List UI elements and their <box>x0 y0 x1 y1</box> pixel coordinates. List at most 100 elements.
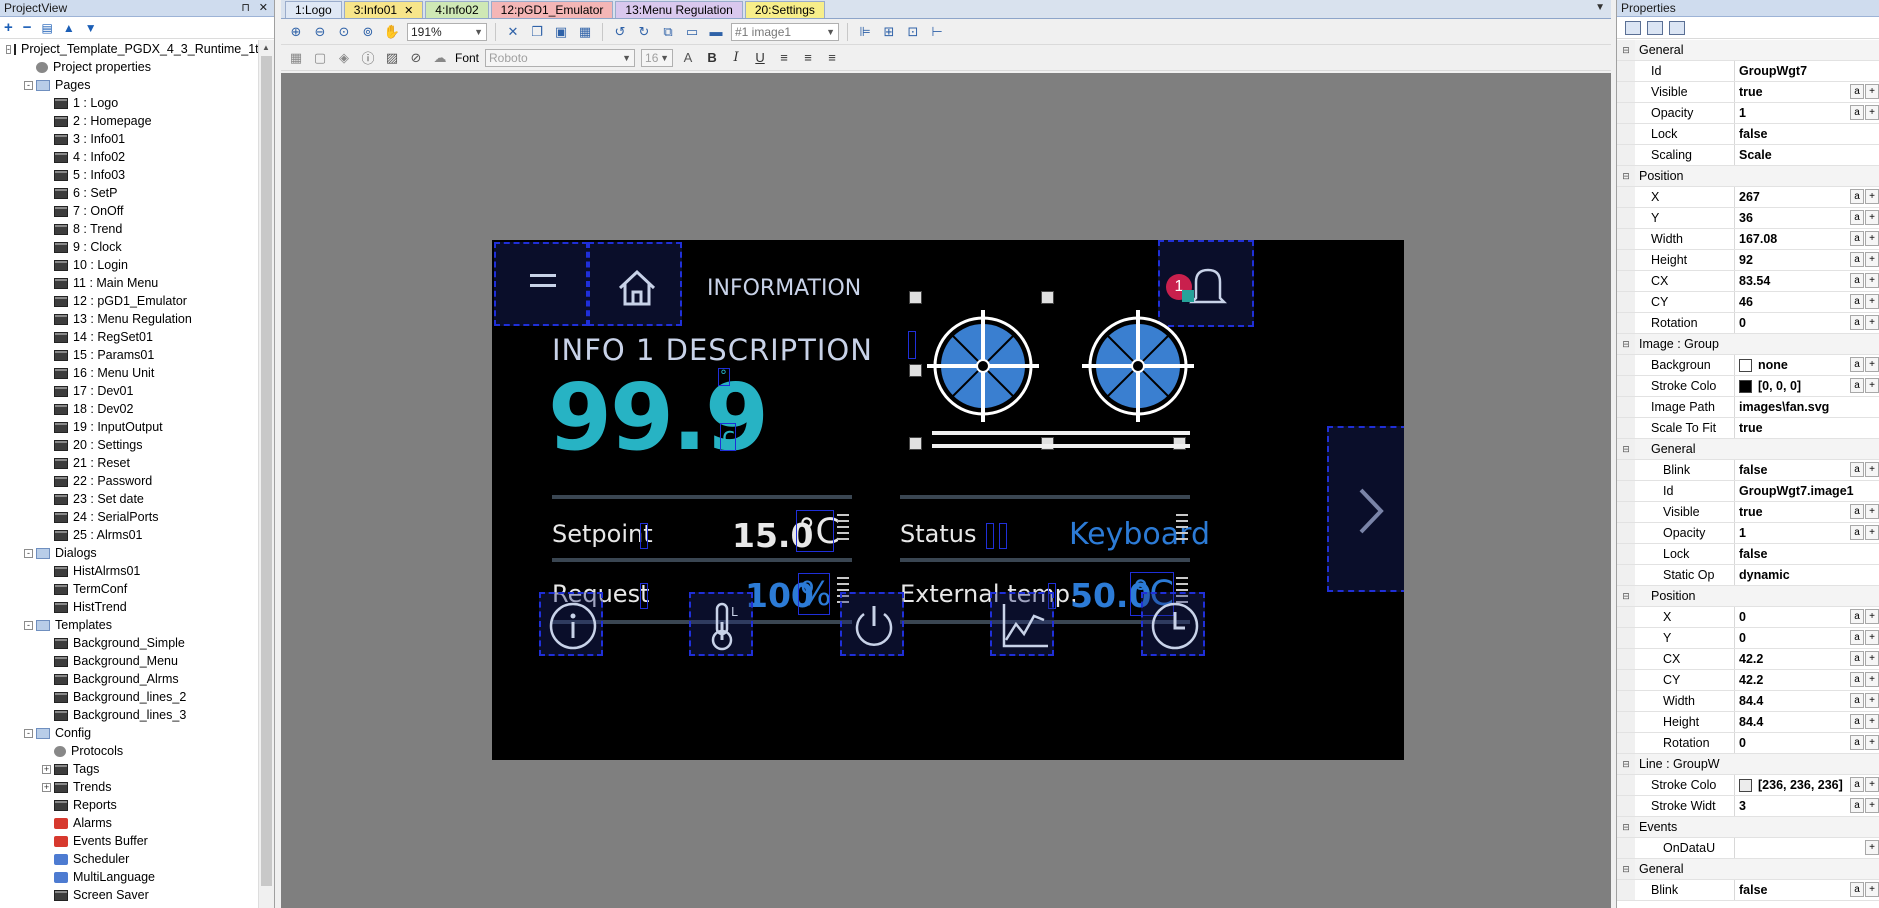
animation-button[interactable]: a <box>1850 777 1864 792</box>
tree-item[interactable]: TermConf <box>0 580 258 598</box>
expand-icon[interactable]: + <box>42 782 51 792</box>
property-row[interactable]: Scale To Fit true <box>1617 418 1879 439</box>
property-value[interactable]: 46 a + <box>1735 292 1879 312</box>
collapse-icon[interactable]: ⊟ <box>1617 586 1635 606</box>
property-row[interactable]: CY 42.2 a + <box>1617 670 1879 691</box>
collapse-icon[interactable]: ⊟ <box>1617 439 1635 459</box>
property-row[interactable]: Width 167.08 a + <box>1617 229 1879 250</box>
add-property-button[interactable]: + <box>1865 735 1879 750</box>
resize-handle[interactable] <box>909 364 922 377</box>
font-color-icon[interactable]: A <box>679 49 697 67</box>
zoom-fit-icon[interactable]: ⊙ <box>335 23 353 41</box>
resize-handle[interactable] <box>1041 291 1054 304</box>
property-row[interactable]: Blink false a + <box>1617 460 1879 481</box>
tree-item[interactable]: + Trends <box>0 778 258 796</box>
property-row[interactable]: Image Path images\fan.svg <box>1617 397 1879 418</box>
property-row[interactable]: Y 0 a + <box>1617 628 1879 649</box>
animation-button[interactable]: a <box>1850 294 1864 309</box>
property-value[interactable]: 267 a + <box>1735 187 1879 207</box>
tab-page[interactable]: 13:Menu Regulation <box>615 1 743 18</box>
tree-item[interactable]: Background_Simple <box>0 634 258 652</box>
tree-item[interactable]: 19 : InputOutput <box>0 418 258 436</box>
image-icon[interactable]: ▨ <box>383 49 401 67</box>
project-tree-scrollbar[interactable]: ▲ <box>258 40 274 908</box>
property-category[interactable]: ⊟ Image : Group <box>1617 334 1879 355</box>
tree-item[interactable]: 5 : Info03 <box>0 166 258 184</box>
tree-item[interactable]: Background_Menu <box>0 652 258 670</box>
tree-item[interactable]: Project properties <box>0 58 258 76</box>
clock-button[interactable] <box>1141 592 1205 656</box>
property-value[interactable]: 92 a + <box>1735 250 1879 270</box>
property-value[interactable]: [0, 0, 0] a + <box>1735 376 1879 396</box>
categorized-view-icon[interactable] <box>1625 20 1641 35</box>
tree-item[interactable]: 7 : OnOff <box>0 202 258 220</box>
collapse-icon[interactable]: ⊟ <box>1617 166 1635 186</box>
resize-handle[interactable] <box>909 437 922 450</box>
animation-button[interactable]: a <box>1850 651 1864 666</box>
animation-button[interactable]: a <box>1850 525 1864 540</box>
add-property-button[interactable]: + <box>1865 840 1879 855</box>
copy-icon[interactable]: ❐ <box>528 23 546 41</box>
object-select[interactable]: #1 image1 ▼ <box>731 22 839 41</box>
tabs-dropdown-icon[interactable]: ▼ <box>1595 2 1605 13</box>
property-value[interactable]: 1 a + <box>1735 523 1879 543</box>
tree-item[interactable]: - Pages <box>0 76 258 94</box>
move-down-icon[interactable]: ▼ <box>85 21 97 35</box>
color-swatch[interactable] <box>1739 358 1752 372</box>
property-row[interactable]: Lock false <box>1617 124 1879 145</box>
property-row[interactable]: Blink false a + <box>1617 880 1879 901</box>
property-value[interactable]: 0 a + <box>1735 313 1879 333</box>
add-property-button[interactable]: + <box>1865 798 1879 813</box>
animation-button[interactable]: a <box>1850 672 1864 687</box>
underline-icon[interactable]: U <box>751 49 769 67</box>
property-category[interactable]: ⊟ General <box>1617 439 1879 460</box>
add-property-button[interactable]: + <box>1865 462 1879 477</box>
collapse-icon[interactable]: ⊟ <box>1617 859 1635 879</box>
tab-page[interactable]: 12:pGD1_Emulator <box>490 1 614 18</box>
tree-item[interactable]: HistAlrms01 <box>0 562 258 580</box>
tree-item[interactable]: Background_lines_2 <box>0 688 258 706</box>
tree-item[interactable]: 10 : Login <box>0 256 258 274</box>
property-row[interactable]: Height 92 a + <box>1617 250 1879 271</box>
property-row[interactable]: Id GroupWgt7.image1 <box>1617 481 1879 502</box>
property-value[interactable]: false a + <box>1735 880 1879 900</box>
tab-page[interactable]: 1:Logo <box>285 1 342 18</box>
property-row[interactable]: Opacity 1 a + <box>1617 523 1879 544</box>
add-property-button[interactable]: + <box>1865 315 1879 330</box>
tree-item[interactable]: Background_lines_3 <box>0 706 258 724</box>
power-button[interactable] <box>840 592 904 656</box>
property-category[interactable]: ⊟ General <box>1617 859 1879 880</box>
design-canvas[interactable]: INFORMATION 1 INFO 1 DESCRIPTION 99.9 ° … <box>281 73 1611 908</box>
zoom-out-icon[interactable]: ⊖ <box>311 23 329 41</box>
tree-item[interactable]: 3 : Info01 <box>0 130 258 148</box>
property-row[interactable]: Backgroun none a + <box>1617 355 1879 376</box>
collapse-icon[interactable]: - <box>24 728 33 738</box>
property-value[interactable]: [236, 236, 236] a + <box>1735 775 1879 795</box>
tree-item[interactable]: Protocols <box>0 742 258 760</box>
property-pages-icon[interactable] <box>1669 20 1685 35</box>
tree-item[interactable]: 17 : Dev01 <box>0 382 258 400</box>
tree-item[interactable]: 13 : Menu Regulation <box>0 310 258 328</box>
add-property-button[interactable]: + <box>1865 252 1879 267</box>
close-icon[interactable]: ✕ <box>259 0 268 16</box>
add-property-button[interactable]: + <box>1865 105 1879 120</box>
pan-icon[interactable]: ✋ <box>383 23 401 41</box>
property-value[interactable]: 84.4 a + <box>1735 712 1879 732</box>
add-property-button[interactable]: + <box>1865 672 1879 687</box>
collapse-icon[interactable]: ⊟ <box>1617 40 1635 60</box>
property-row[interactable]: Rotation 0 a + <box>1617 733 1879 754</box>
add-property-button[interactable]: + <box>1865 504 1879 519</box>
property-value[interactable]: 83.54 a + <box>1735 271 1879 291</box>
property-value[interactable]: true <box>1735 418 1879 438</box>
property-value[interactable]: false <box>1735 124 1879 144</box>
tree-item[interactable]: 25 : Alrms01 <box>0 526 258 544</box>
close-tab-icon[interactable]: ✕ <box>404 5 413 17</box>
collapse-icon[interactable]: - <box>6 44 11 54</box>
arrange-icon[interactable]: ⧉ <box>659 23 677 41</box>
property-category[interactable]: ⊟ Position <box>1617 166 1879 187</box>
new-page-icon[interactable]: ▤ <box>42 21 53 35</box>
tree-item[interactable]: 18 : Dev02 <box>0 400 258 418</box>
property-value[interactable]: GroupWgt7 <box>1735 61 1879 81</box>
collapse-icon[interactable]: ⊟ <box>1617 817 1635 837</box>
tab-page[interactable]: 4:Info02 <box>425 1 489 18</box>
